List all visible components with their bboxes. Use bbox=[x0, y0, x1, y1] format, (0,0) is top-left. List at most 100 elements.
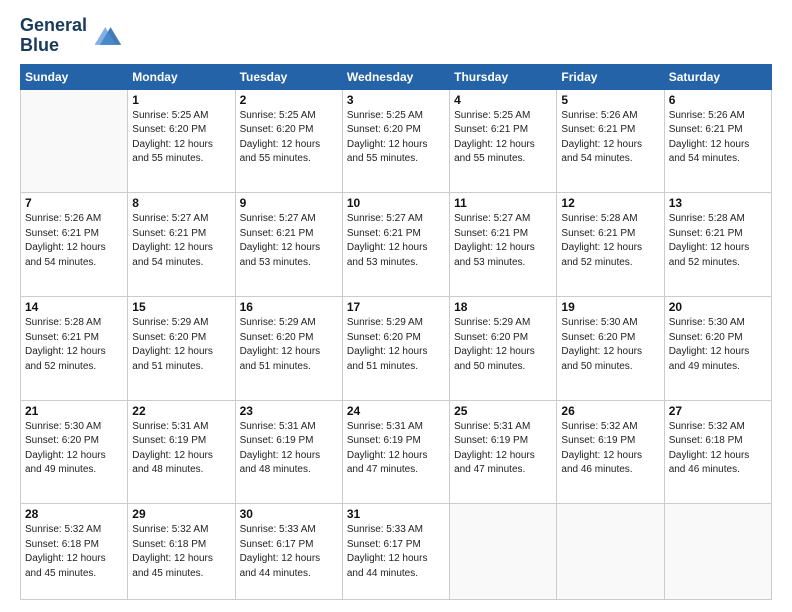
day-number: 8 bbox=[132, 196, 230, 210]
calendar-cell: 9 Sunrise: 5:27 AM Sunset: 6:21 PM Daylight… bbox=[235, 193, 342, 297]
day-info: Sunrise: 5:29 AMSunset: 6:20 PMDaylight:… bbox=[132, 316, 230, 374]
daylight-text: Daylight: 12 hours bbox=[454, 346, 535, 357]
day-number: 30 bbox=[240, 507, 338, 521]
day-info: Sunrise: 5:31 AMSunset: 6:19 PMDaylight:… bbox=[347, 420, 445, 478]
day-number: 13 bbox=[669, 196, 767, 210]
day-number: 7 bbox=[25, 196, 123, 210]
day-info: Sunrise: 5:31 AMSunset: 6:19 PMDaylight:… bbox=[132, 420, 230, 478]
calendar-cell: 21 Sunrise: 5:30 AMSunset: 6:20 PMDayligh… bbox=[21, 400, 128, 504]
day-info: Sunrise: 5:25 AMSunset: 6:20 PMDaylight:… bbox=[132, 109, 230, 167]
daylight-text-cont: and 54 minutes. bbox=[132, 257, 203, 268]
sunset-text: Sunset: 6:18 PM bbox=[669, 435, 743, 446]
sunrise-text: Sunrise: 5:30 AM bbox=[561, 317, 637, 328]
sunset-text: Sunset: 6:21 PM bbox=[240, 228, 314, 239]
sunrise-text: Sunrise: 5:27 AM bbox=[132, 213, 208, 224]
sunset-text: Sunset: 6:19 PM bbox=[561, 435, 635, 446]
sunrise-text: Sunrise: 5:28 AM bbox=[25, 317, 101, 328]
daylight-text: Daylight: 12 hours bbox=[669, 242, 750, 253]
calendar-cell: 11Sunrise: 5:27 AMSunset: 6:21 PMDayligh… bbox=[450, 193, 557, 297]
sunset-text: Sunset: 6:20 PM bbox=[347, 332, 421, 343]
calendar-cell: 25Sunrise: 5:31 AMSunset: 6:19 PMDayligh… bbox=[450, 400, 557, 504]
daylight-text-cont: and 48 minutes. bbox=[240, 464, 311, 475]
calendar-cell: 7Sunrise: 5:26 AMSunset: 6:21 PMDaylight… bbox=[21, 193, 128, 297]
daylight-text-cont: and 44 minutes. bbox=[347, 568, 418, 579]
daylight-text: Daylight: 12 hours bbox=[454, 242, 535, 253]
calendar-cell: 26Sunrise: 5:32 AMSunset: 6:19 PMDayligh… bbox=[557, 400, 664, 504]
sunrise-text: Sunrise: 5:33 AM bbox=[347, 524, 423, 535]
daylight-text: Daylight: 12 hours bbox=[669, 450, 750, 461]
daylight-text-cont: and 51 minutes. bbox=[132, 361, 203, 372]
sunset-text: Sunset: 6:17 PM bbox=[240, 539, 314, 550]
day-number: 5 bbox=[561, 93, 659, 107]
day-info: Sunrise: 5:32 AMSunset: 6:18 PMDaylight:… bbox=[132, 523, 230, 581]
daylight-text-cont: and 54 minutes. bbox=[25, 257, 96, 268]
weekday-tuesday: Tuesday bbox=[235, 64, 342, 89]
sunrise-text: Sunrise: 5:32 AM bbox=[25, 524, 101, 535]
day-number: 17 bbox=[347, 300, 445, 314]
daylight-text-cont: and 53 minutes. bbox=[347, 257, 418, 268]
daylight-text-cont: and 52 minutes. bbox=[561, 257, 632, 268]
day-info: Sunrise: 5:27 AMSunset: 6:21 PMDaylight:… bbox=[132, 212, 230, 270]
calendar-cell: 17Sunrise: 5:29 AMSunset: 6:20 PMDayligh… bbox=[342, 297, 449, 401]
day-number: 23 bbox=[240, 404, 338, 418]
daylight-text: Daylight: 12 hours bbox=[240, 346, 321, 357]
day-number: 21 bbox=[25, 404, 123, 418]
day-info: Sunrise: 5:32 AMSunset: 6:18 PMDaylight:… bbox=[25, 523, 123, 581]
daylight-text-cont: and 53 minutes. bbox=[240, 257, 311, 268]
day-number: 1 bbox=[132, 93, 230, 107]
weekday-friday: Friday bbox=[557, 64, 664, 89]
calendar-cell: 6Sunrise: 5:26 AMSunset: 6:21 PMDaylight… bbox=[664, 89, 771, 193]
day-info: Sunrise: 5:25 AMSunset: 6:20 PMDaylight:… bbox=[240, 109, 338, 167]
daylight-text-cont: and 52 minutes. bbox=[669, 257, 740, 268]
daylight-text-cont: and 54 minutes. bbox=[669, 153, 740, 164]
weekday-monday: Monday bbox=[128, 64, 235, 89]
daylight-text-cont: and 49 minutes. bbox=[25, 464, 96, 475]
daylight-text-cont: and 45 minutes. bbox=[25, 568, 96, 579]
logo-icon bbox=[91, 20, 123, 52]
day-info: Sunrise: 5:25 AMSunset: 6:20 PMDaylight:… bbox=[347, 109, 445, 167]
day-info: Sunrise: 5:30 AMSunset: 6:20 PMDaylight:… bbox=[25, 420, 123, 478]
daylight-text: Daylight: 12 hours bbox=[132, 346, 213, 357]
day-info: Sunrise: 5:28 AMSunset: 6:21 PMDaylight:… bbox=[25, 316, 123, 374]
daylight-text: Daylight: 12 hours bbox=[25, 242, 106, 253]
sunrise-text: Sunrise: 5:29 AM bbox=[454, 317, 530, 328]
calendar-cell: 1 Sunrise: 5:25 AMSunset: 6:20 PMDaylight… bbox=[128, 89, 235, 193]
sunrise-text: Sunrise: 5:27 AM bbox=[454, 213, 530, 224]
day-number: 24 bbox=[347, 404, 445, 418]
sunset-text: Sunset: 6:20 PM bbox=[25, 435, 99, 446]
daylight-text: Daylight: 12 hours bbox=[240, 242, 321, 253]
daylight-text: Daylight: 12 hours bbox=[132, 242, 213, 253]
daylight-text: Daylight: 12 hours bbox=[561, 450, 642, 461]
sunset-text: Sunset: 6:21 PM bbox=[347, 228, 421, 239]
sunset-text: Sunset: 6:20 PM bbox=[240, 332, 314, 343]
daylight-text: Daylight: 12 hours bbox=[132, 553, 213, 564]
sunset-text: Sunset: 6:19 PM bbox=[240, 435, 314, 446]
daylight-text-cont: and 47 minutes. bbox=[454, 464, 525, 475]
weekday-wednesday: Wednesday bbox=[342, 64, 449, 89]
week-row-4: 21 Sunrise: 5:30 AMSunset: 6:20 PMDayligh… bbox=[21, 400, 772, 504]
day-number: 4 bbox=[454, 93, 552, 107]
page: General Blue SundayMondayTuesdayWednesda… bbox=[0, 0, 792, 612]
day-info: Sunrise: 5:28 AMSunset: 6:21 PMDaylight:… bbox=[669, 212, 767, 270]
calendar-cell: 4Sunrise: 5:25 AMSunset: 6:21 PMDaylight… bbox=[450, 89, 557, 193]
sunrise-text: Sunrise: 5:27 AM bbox=[240, 213, 316, 224]
sunrise-text: Sunrise: 5:31 AM bbox=[454, 421, 530, 432]
sunrise-text: Sunrise: 5:25 AM bbox=[454, 110, 530, 121]
daylight-text: Daylight: 12 hours bbox=[454, 139, 535, 150]
day-number: 9 bbox=[240, 196, 338, 210]
day-number: 15 bbox=[132, 300, 230, 314]
day-number: 14 bbox=[25, 300, 123, 314]
weekday-sunday: Sunday bbox=[21, 64, 128, 89]
sunrise-text: Sunrise: 5:31 AM bbox=[347, 421, 423, 432]
day-info: Sunrise: 5:29 AMSunset: 6:20 PMDaylight:… bbox=[240, 316, 338, 374]
day-number: 27 bbox=[669, 404, 767, 418]
day-number: 20 bbox=[669, 300, 767, 314]
daylight-text-cont: and 55 minutes. bbox=[454, 153, 525, 164]
day-number: 10 bbox=[347, 196, 445, 210]
sunrise-text: Sunrise: 5:28 AM bbox=[669, 213, 745, 224]
calendar-cell: 30Sunrise: 5:33 AMSunset: 6:17 PMDayligh… bbox=[235, 504, 342, 600]
day-info: Sunrise: 5:27 AM Sunset: 6:21 PM Daylight:… bbox=[240, 212, 338, 270]
calendar-cell: 27Sunrise: 5:32 AMSunset: 6:18 PMDayligh… bbox=[664, 400, 771, 504]
daylight-text: Daylight: 12 hours bbox=[669, 346, 750, 357]
weekday-header-row: SundayMondayTuesdayWednesdayThursdayFrid… bbox=[21, 64, 772, 89]
